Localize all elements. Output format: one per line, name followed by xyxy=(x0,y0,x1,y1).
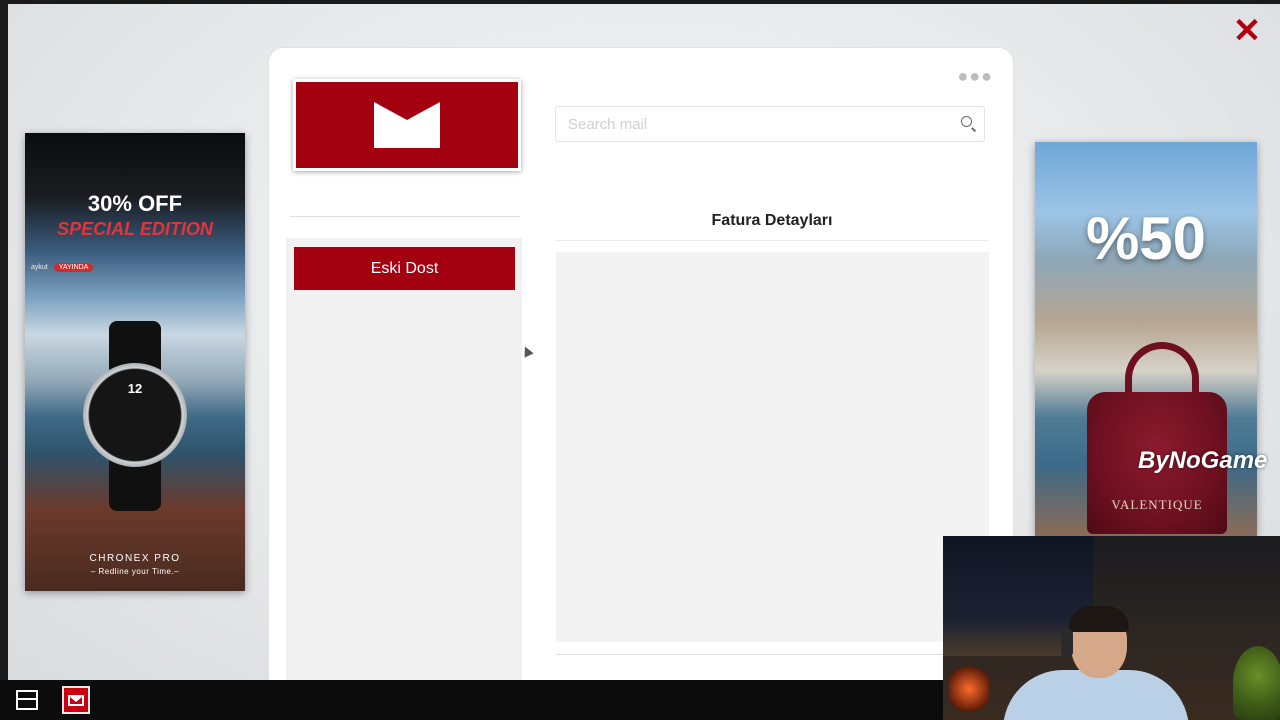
mail-body xyxy=(556,252,989,642)
ad-brand: CHRONEX PRO xyxy=(89,553,181,564)
stream-watermark: ByNoGame xyxy=(1138,447,1268,474)
search-icon[interactable] xyxy=(954,109,984,139)
ad-headline: 30% OFF xyxy=(87,191,183,216)
body-divider xyxy=(555,654,989,655)
sidebar-divider xyxy=(290,216,520,217)
webcam-plant xyxy=(1233,646,1280,720)
watch-dial-number: 12 xyxy=(127,381,143,396)
bag-advertisement[interactable]: %50 VALENTIQUE xyxy=(1035,142,1257,536)
menu-icon[interactable] xyxy=(16,690,38,710)
folder-eski-dost[interactable]: Eski Dost xyxy=(294,247,515,290)
ad-discount: %50 xyxy=(1085,205,1207,272)
close-icon[interactable]: ✕ xyxy=(1232,14,1262,48)
folder-sidebar xyxy=(286,238,522,680)
taskbar-envelope-icon xyxy=(68,694,84,706)
mail-app-logo xyxy=(293,79,521,171)
headset-icon xyxy=(1061,628,1073,658)
watch-image: 12 xyxy=(83,363,187,467)
mail-app-window: Eski Dost ●●● Fatura Detayları xyxy=(269,48,1013,680)
search-bar[interactable] xyxy=(555,106,985,142)
webcam-overlay xyxy=(943,536,1280,720)
live-badge: YAYINDA xyxy=(53,263,94,272)
webcam-person-hair xyxy=(1069,606,1129,632)
streamer-name: aykut xyxy=(31,264,48,271)
ad-subheadline: SPECIAL EDITION xyxy=(57,219,213,239)
ad-slogan: – Redline your Time.– xyxy=(90,567,180,576)
watch-advertisement[interactable]: 30% OFF SPECIAL EDITION aykut YAYINDA 12… xyxy=(25,133,245,591)
envelope-icon xyxy=(374,102,440,148)
streamer-badge: aykut YAYINDA xyxy=(31,263,94,272)
mail-subject: Fatura Detayları xyxy=(711,212,833,229)
bag-brand-label: VALENTIQUE xyxy=(1111,497,1203,512)
subject-divider xyxy=(555,240,989,241)
more-dots-icon[interactable]: ●●● xyxy=(957,66,993,87)
webcam-lights xyxy=(949,664,989,714)
search-input[interactable] xyxy=(556,114,954,134)
mail-app-icon[interactable] xyxy=(62,686,90,714)
